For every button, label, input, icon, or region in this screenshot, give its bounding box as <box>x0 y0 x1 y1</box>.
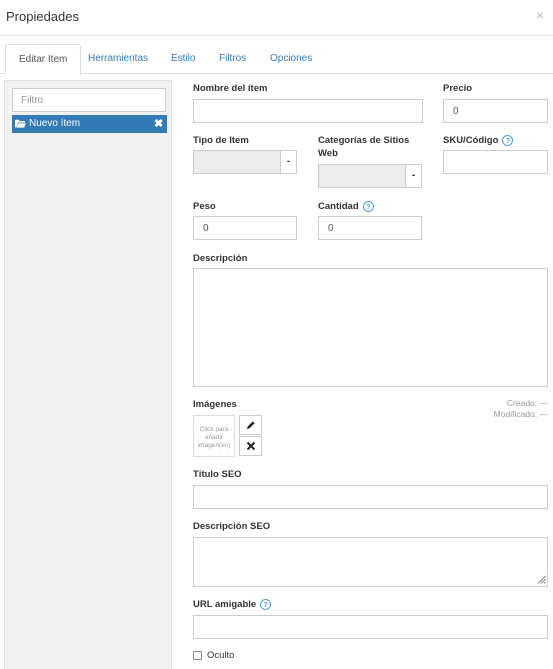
hidden-checkbox[interactable] <box>193 651 202 660</box>
quantity-label: Cantidad? <box>318 200 374 213</box>
tab-estilo[interactable]: Estilo <box>158 44 208 74</box>
close-icon <box>246 441 256 451</box>
seo-title-field[interactable] <box>193 485 548 509</box>
weight-field[interactable] <box>193 216 297 240</box>
friendly-url-help-icon[interactable]: ? <box>260 598 272 610</box>
sidebar: Nuevo ítem ✖ <box>4 80 172 669</box>
name-label: Nombre del ítem <box>193 83 268 94</box>
close-icon[interactable]: × <box>536 8 544 22</box>
dialog-header: Propiedades × <box>0 0 553 36</box>
item-type-label: Tipo de Item <box>193 135 249 146</box>
site-categories-value <box>318 164 406 188</box>
tree-item-nuevo-item[interactable]: Nuevo ítem ✖ <box>12 115 167 133</box>
site-categories-label: Categorías de Sitios Web <box>318 135 410 159</box>
friendly-url-label-text: URL amigable <box>193 599 257 610</box>
tab-editar-item[interactable]: Editar Item <box>5 44 82 75</box>
modified-meta: Modificado: — <box>493 409 548 419</box>
hidden-label: Oculto <box>207 650 235 661</box>
tab-opciones[interactable]: Opciones <box>257 44 325 74</box>
folder-open-icon <box>15 119 26 128</box>
description-textarea[interactable] <box>193 268 548 387</box>
sku-help-icon[interactable]: ? <box>502 134 514 146</box>
name-field[interactable] <box>193 99 423 123</box>
tab-bar: Editar Item Herramientas Estilo Filtros … <box>0 44 553 75</box>
seo-description-textarea[interactable] <box>193 537 548 587</box>
images-label: Imágenes <box>193 399 237 410</box>
created-meta: Creado: — <box>506 398 548 408</box>
dialog-title: Propiedades <box>6 9 79 24</box>
site-categories-caret[interactable]: - <box>405 164 422 188</box>
seo-description-label: Descripción SEO <box>193 521 271 532</box>
site-categories-select[interactable]: - <box>318 164 422 188</box>
sku-label-text: SKU/Código <box>443 135 499 146</box>
quantity-label-text: Cantidad <box>318 201 359 212</box>
pencil-icon <box>247 421 255 429</box>
seo-title-label: Título SEO <box>193 469 242 480</box>
item-type-value <box>193 150 281 174</box>
friendly-url-label: URL amigable? <box>193 598 272 611</box>
price-label: Precio <box>443 83 473 94</box>
item-type-select[interactable]: - <box>193 150 297 174</box>
description-label: Descripción <box>193 253 248 264</box>
friendly-url-field[interactable] <box>193 615 548 639</box>
delete-image-button[interactable] <box>239 436 262 456</box>
item-type-caret[interactable]: - <box>280 150 297 174</box>
sku-label: SKU/Código? <box>443 134 514 147</box>
tab-herramientas[interactable]: Herramientas <box>75 44 161 74</box>
sku-field[interactable] <box>443 150 548 174</box>
weight-label: Peso <box>193 201 216 212</box>
tab-filtros[interactable]: Filtros <box>206 44 259 74</box>
quantity-help-icon[interactable]: ? <box>362 200 374 212</box>
tree-item-label: Nuevo ítem <box>29 118 81 129</box>
quantity-field[interactable] <box>318 216 422 240</box>
image-upload-dropzone[interactable]: Click para añadir imagen(es) <box>193 415 235 457</box>
edit-image-button[interactable] <box>239 415 262 435</box>
filter-input[interactable] <box>12 88 166 112</box>
price-field[interactable] <box>443 99 548 123</box>
remove-item-icon[interactable]: ✖ <box>154 115 163 133</box>
resize-grip-icon[interactable] <box>537 575 546 584</box>
